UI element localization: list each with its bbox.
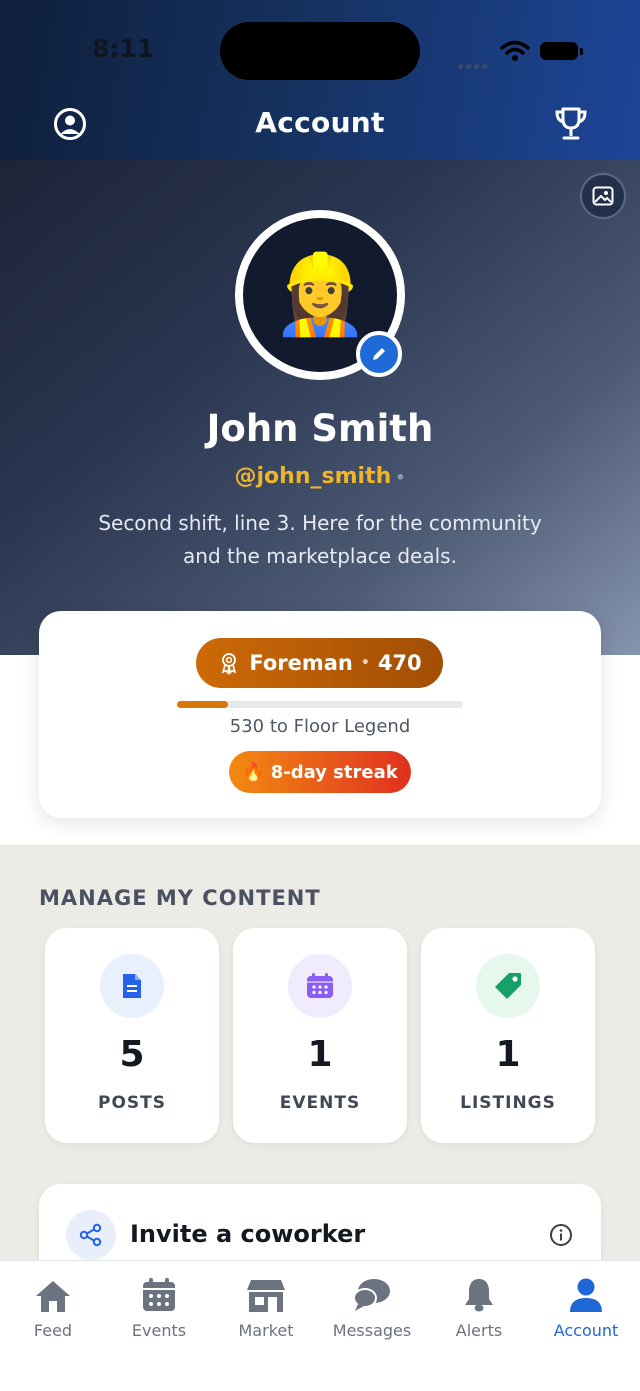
tab-market[interactable]: Market xyxy=(213,1273,319,1353)
streak-badge[interactable]: 🔥 8-day streak xyxy=(229,751,411,793)
tab-feed-label: Feed xyxy=(33,1321,73,1340)
rank-badge[interactable]: Foreman • 470 xyxy=(196,638,443,688)
tab-bar: Feed Events Market Messages Alerts Accou… xyxy=(0,1260,640,1391)
battery-icon xyxy=(540,42,578,60)
home-icon xyxy=(36,1281,70,1312)
profile-handle: @john_smith xyxy=(234,464,392,489)
tab-feed[interactable]: Feed xyxy=(0,1273,106,1353)
chat-icon xyxy=(353,1279,390,1311)
tab-market-label: Market xyxy=(238,1321,294,1340)
rank-name: Foreman xyxy=(249,651,353,675)
posts-label: POSTS xyxy=(98,1093,166,1113)
calendar-icon xyxy=(143,1278,175,1311)
level-progress-bar xyxy=(177,701,463,708)
tab-events-label: Events xyxy=(131,1321,187,1340)
share-icon xyxy=(66,1210,116,1260)
pencil-icon xyxy=(373,348,385,360)
tab-alerts-label: Alerts xyxy=(455,1321,503,1340)
level-progress-fill xyxy=(177,701,229,708)
calendar-icon xyxy=(288,954,352,1018)
trophy-icon xyxy=(555,107,587,140)
battery-cap xyxy=(580,48,583,55)
wifi-icon xyxy=(500,40,530,66)
trophy-button[interactable] xyxy=(549,102,593,146)
tab-account-label: Account xyxy=(553,1321,619,1340)
change-cover-button[interactable] xyxy=(580,173,626,219)
next-level-text: 530 to Floor Legend xyxy=(229,716,411,737)
store-icon xyxy=(247,1280,285,1312)
info-icon[interactable] xyxy=(548,1222,574,1248)
streak-text: 8-day streak xyxy=(270,761,398,783)
tab-account[interactable]: Account xyxy=(533,1273,639,1353)
image-icon xyxy=(592,186,614,206)
posts-card[interactable]: 5 POSTS xyxy=(45,928,219,1143)
bell-icon xyxy=(465,1279,493,1312)
person-icon xyxy=(570,1278,602,1312)
tab-alerts[interactable]: Alerts xyxy=(426,1273,532,1353)
rank-separator: • xyxy=(360,655,370,671)
tab-messages-label: Messages xyxy=(332,1321,412,1340)
profile-handle-row: @john_smith • xyxy=(0,464,640,489)
tab-events[interactable]: Events xyxy=(106,1273,212,1353)
invite-label: Invite a coworker xyxy=(130,1220,366,1248)
tag-icon xyxy=(476,954,540,1018)
profile-name: John Smith xyxy=(206,407,434,450)
rank-points: 470 xyxy=(377,651,422,675)
events-label: EVENTS xyxy=(279,1093,361,1113)
manage-section-title: MANAGE MY CONTENT xyxy=(39,886,321,910)
listings-label: LISTINGS xyxy=(460,1093,556,1113)
document-icon xyxy=(100,954,164,1018)
dynamic-island xyxy=(220,22,420,80)
events-card[interactable]: 1 EVENTS xyxy=(233,928,407,1143)
signal-icon xyxy=(458,54,490,73)
status-time: 8:11 xyxy=(92,34,155,63)
page-title: Account xyxy=(255,106,385,139)
tab-messages[interactable]: Messages xyxy=(319,1273,425,1353)
handle-dot: • xyxy=(395,468,406,487)
profile-bio: Second shift, line 3. Here for the commu… xyxy=(98,511,542,568)
events-count: 1 xyxy=(307,1034,333,1075)
award-icon xyxy=(222,653,237,675)
flame-icon: 🔥 xyxy=(242,761,265,783)
posts-count: 5 xyxy=(119,1034,145,1075)
listings-card[interactable]: 1 LISTINGS xyxy=(421,928,595,1143)
edit-avatar-button[interactable] xyxy=(356,331,402,377)
listings-count: 1 xyxy=(495,1034,521,1075)
